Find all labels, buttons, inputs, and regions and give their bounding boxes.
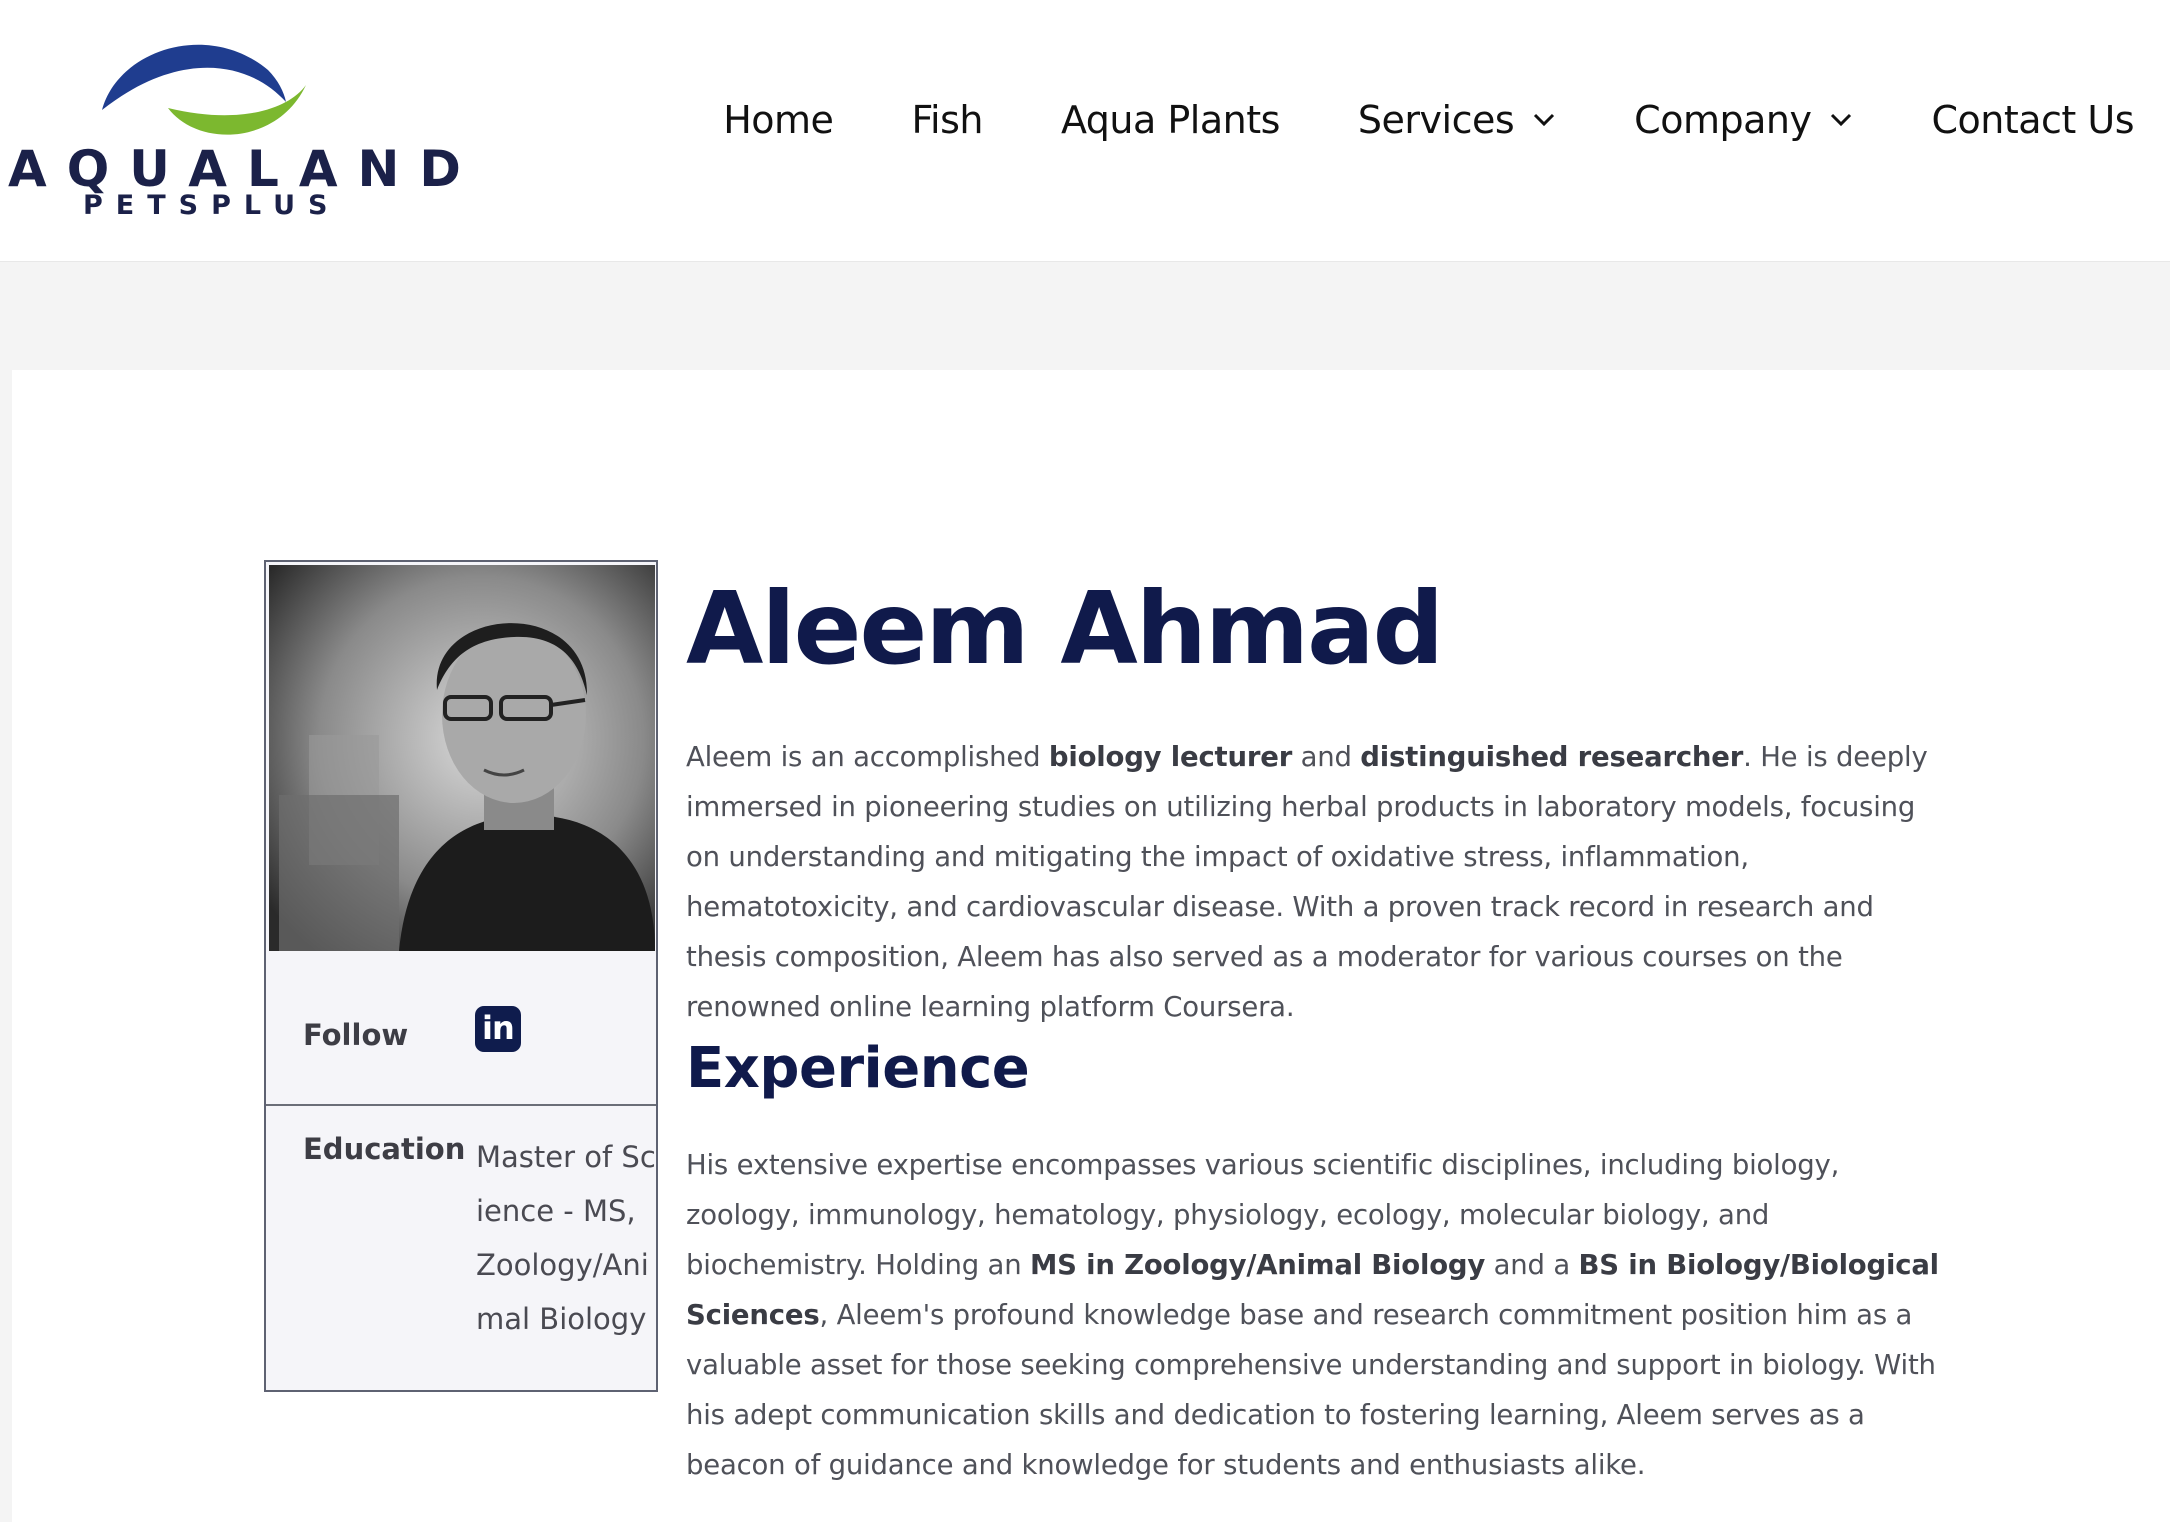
exp-text-3: , Aleem's profound knowledge base and re… xyxy=(686,1299,1936,1481)
bio-text-2: and xyxy=(1292,741,1361,773)
nav-services-label: Services xyxy=(1357,98,1515,142)
experience-heading: Experience xyxy=(686,1036,1030,1101)
nav-fish-label: Fish xyxy=(911,98,983,142)
profile-card: Follow in Education Master of Science - … xyxy=(264,560,658,1392)
bio-paragraph: Aleem is an accomplished biology lecture… xyxy=(686,732,1946,1032)
exp-text-2: and a xyxy=(1485,1249,1579,1281)
nav-home[interactable]: Home xyxy=(723,98,834,142)
nav-contact-us-label: Contact Us xyxy=(1931,98,2134,142)
site-header: AQUALAND PETSPLUS Home Fish Aqua Plants … xyxy=(0,0,2170,262)
nav-aqua-plants[interactable]: Aqua Plants xyxy=(1061,98,1280,142)
exp-bold-1: MS in Zoology/Animal Biology xyxy=(1029,1249,1486,1281)
main-nav: Home Fish Aqua Plants Services Company C… xyxy=(645,98,2134,142)
bio-text-1: Aleem is an accomplished xyxy=(686,741,1049,773)
logo-wave-icon xyxy=(102,44,306,135)
nav-home-label: Home xyxy=(723,98,834,142)
chevron-down-icon xyxy=(1831,113,1852,127)
education-label: Education xyxy=(303,1132,466,1166)
profile-content: Follow in Education Master of Science - … xyxy=(12,370,2170,1522)
aqualand-logo[interactable]: AQUALAND PETSPLUS xyxy=(8,30,461,230)
experience-paragraph: His extensive expertise encompasses vari… xyxy=(686,1140,1946,1490)
bio-bold-2: distinguished researcher xyxy=(1360,741,1744,773)
nav-aqua-plants-label: Aqua Plants xyxy=(1060,98,1280,142)
nav-company-label: Company xyxy=(1634,98,1812,142)
education-value: Master of Science - MS, Zoology/Animal B… xyxy=(476,1140,656,1336)
nav-services[interactable]: Services xyxy=(1358,98,1556,142)
follow-label: Follow xyxy=(303,1018,409,1052)
nav-company[interactable]: Company xyxy=(1634,98,1853,142)
bio-text-3: . He is deeply immersed in pioneering st… xyxy=(686,741,1928,1023)
chevron-down-icon xyxy=(1534,113,1555,127)
bio-bold-1: biology lecturer xyxy=(1048,741,1293,773)
linkedin-icon[interactable]: in xyxy=(475,1006,521,1052)
profile-name: Aleem Ahmad xyxy=(686,570,1444,687)
nav-fish[interactable]: Fish xyxy=(911,98,983,142)
follow-row: Follow in xyxy=(266,952,656,1106)
logo-tagline: PETSPLUS xyxy=(83,190,341,221)
portrait-image xyxy=(269,565,655,951)
profile-photo xyxy=(269,565,655,951)
nav-contact-us[interactable]: Contact Us xyxy=(1931,98,2134,142)
